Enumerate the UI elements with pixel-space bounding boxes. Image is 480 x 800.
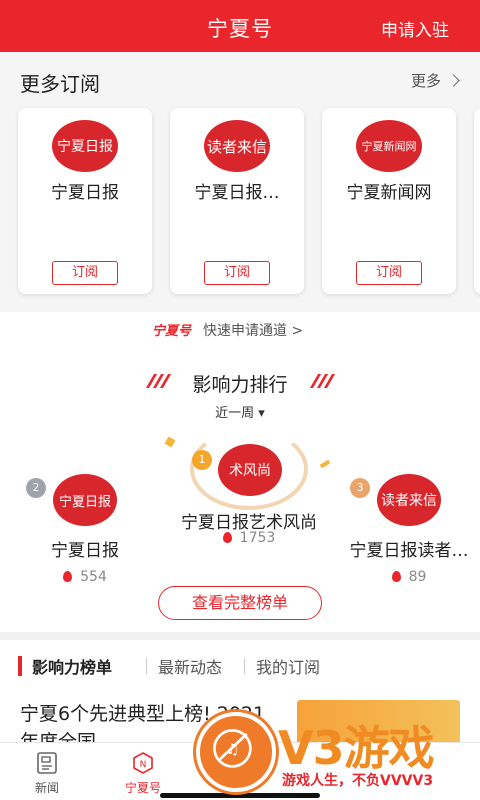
nav-label: 新闻: [34, 781, 59, 795]
newspaper-icon: [37, 752, 57, 774]
bronze-medal-icon: 3: [350, 478, 370, 498]
tab-separator: [146, 658, 147, 674]
ranking-title: 影响力排行: [192, 374, 288, 396]
publication-name: 宁夏日报: [51, 541, 119, 561]
top-bar: 宁夏号 申请入驻: [0, 0, 480, 52]
tab-my-subscriptions[interactable]: 我的订阅: [256, 654, 320, 678]
publication-logo: 宁夏日报: [52, 120, 118, 172]
section-divider: [0, 632, 480, 640]
subscribe-button[interactable]: 订阅: [52, 261, 118, 285]
view-full-ranking-button[interactable]: 查看完整榜单: [158, 586, 322, 620]
flame-icon: [222, 532, 232, 543]
score: 554: [20, 569, 150, 585]
nav-news[interactable]: 新闻: [12, 751, 82, 796]
score: 89: [338, 569, 480, 585]
publication-logo: 术风尚: [218, 444, 282, 496]
music-note-icon: ♫: [213, 729, 252, 768]
quick-apply-link[interactable]: 宁夏号 快速申请通道 >: [152, 320, 303, 340]
score-value: 1753: [239, 530, 276, 546]
subscribe-button[interactable]: 订阅: [204, 261, 270, 285]
subscription-card[interactable]: 读者来信 宁夏日报… 订阅: [170, 108, 304, 294]
confetti-icon: [164, 436, 176, 448]
tab-influence-ranking[interactable]: 影响力榜单: [32, 654, 112, 678]
confetti-icon: [319, 459, 331, 469]
gold-medal-icon: 1: [192, 450, 212, 470]
tab-latest-updates[interactable]: 最新动态: [158, 654, 222, 678]
publication-name: 宁夏日报读者…: [349, 541, 469, 561]
title-decoration-right: [309, 374, 336, 388]
more-label: 更多: [410, 72, 441, 90]
score: 1753: [160, 530, 338, 546]
publication-logo: 读者来信: [204, 120, 270, 172]
flame-icon: [391, 571, 401, 582]
nav-ningxia-hao[interactable]: N 宁夏号: [108, 751, 178, 796]
ranking-item[interactable]: 宁夏日报 2 宁夏日报 554: [20, 470, 150, 585]
subscribe-button[interactable]: 订阅: [356, 261, 422, 285]
publication-logo: 读者来信: [377, 474, 441, 526]
ranking-item[interactable]: 读者来信 3 宁夏日报读者… 89: [338, 470, 480, 585]
period-selector[interactable]: 近一周 ▾: [0, 402, 480, 421]
publication-name: 宁夏日报…: [194, 183, 280, 203]
score-value: 89: [408, 569, 427, 585]
ningxia-badge-icon: N: [133, 752, 153, 774]
watermark-logo: V3游戏: [278, 721, 435, 775]
chevron-right-icon: [447, 74, 460, 87]
quick-apply-label: 快速申请通道 >: [203, 323, 304, 339]
subscription-card[interactable]: 宁夏新闻网 宁夏新闻网 订阅: [322, 108, 456, 294]
score-value: 554: [80, 569, 107, 585]
app-screen: 宁夏号 申请入驻 更多订阅 更多 宁夏日报 宁夏日报 订阅 读者来信 宁夏日报……: [0, 0, 480, 800]
subscription-card-partial[interactable]: [474, 108, 480, 294]
brand-mark: 宁夏号: [152, 324, 192, 339]
section-heading: 更多订阅: [20, 72, 100, 96]
active-tab-indicator: [18, 656, 22, 676]
watermark-logo-circle: ♫: [196, 712, 276, 792]
content-tabs: 影响力榜单 最新动态 我的订阅: [0, 652, 480, 682]
flame-icon: [63, 571, 73, 582]
apply-join-button[interactable]: 申请入驻: [381, 16, 449, 41]
silver-medal-icon: 2: [26, 478, 46, 498]
publication-logo: 宁夏日报: [53, 474, 117, 526]
publication-logo: 宁夏新闻网: [356, 120, 422, 172]
publication-name: 宁夏日报: [51, 183, 119, 203]
subscription-card[interactable]: 宁夏日报 宁夏日报 订阅: [18, 108, 152, 294]
publication-name: 宁夏新闻网: [346, 183, 432, 203]
more-subscriptions-section: 更多订阅 更多 宁夏日报 宁夏日报 订阅 读者来信 宁夏日报… 订阅 宁夏新闻网…: [0, 52, 480, 312]
nav-label: 宁夏号: [124, 781, 161, 795]
svg-text:♫: ♫: [226, 742, 239, 758]
tab-separator: [244, 658, 245, 674]
watermark-slogan: 游戏人生，不负VVVV3: [282, 773, 434, 789]
svg-text:N: N: [140, 760, 147, 770]
more-link[interactable]: 更多: [410, 70, 460, 91]
home-indicator: [160, 793, 320, 798]
